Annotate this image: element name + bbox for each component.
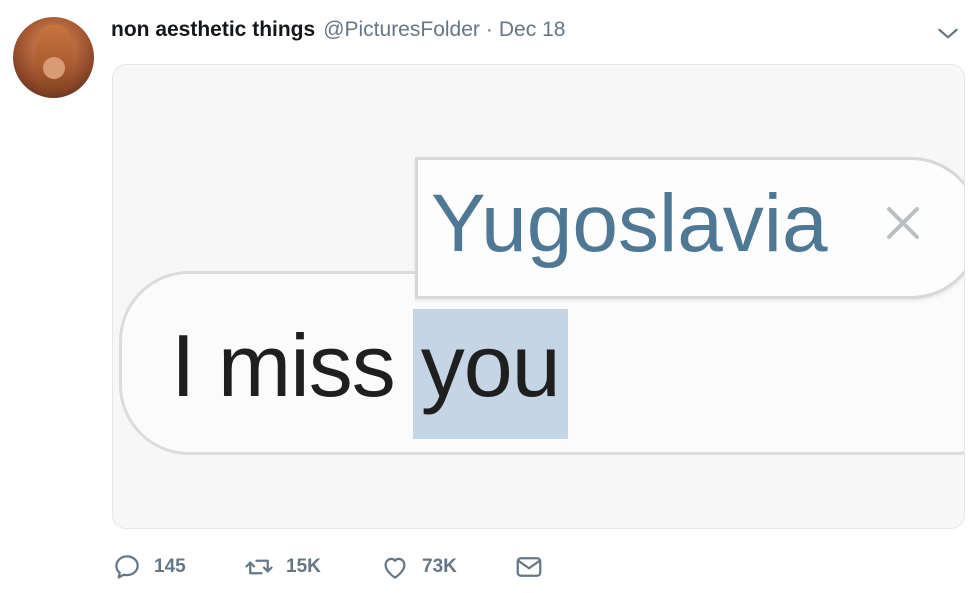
display-name[interactable]: non aesthetic things [111, 18, 315, 42]
retweet-count: 15K [286, 556, 321, 577]
reply-icon [112, 552, 142, 582]
retweet-button[interactable]: 15K [244, 552, 380, 582]
avatar-face [43, 57, 65, 79]
message-text: I miss you [171, 309, 568, 439]
tweet-date[interactable]: Dec 18 [499, 18, 566, 42]
message-icon [514, 552, 544, 582]
tweet-actions: 145 15K 73K [112, 550, 544, 584]
like-icon [380, 552, 410, 582]
suggestion-text: Yugoslavia [431, 178, 828, 269]
user-handle[interactable]: @PicturesFolder [323, 18, 480, 42]
close-icon [881, 201, 925, 245]
chevron-down-icon[interactable] [935, 20, 961, 46]
retweet-icon [244, 552, 274, 582]
reply-button[interactable]: 145 [112, 552, 244, 582]
like-button[interactable]: 73K [380, 552, 514, 582]
reply-count: 145 [154, 556, 186, 577]
tweet-header: non aesthetic things @PicturesFolder · D… [111, 15, 565, 45]
message-text-highlight: you [412, 309, 568, 439]
message-text-plain: I miss [171, 316, 396, 415]
avatar[interactable] [13, 17, 94, 98]
direct-message-button[interactable] [514, 552, 544, 582]
like-count: 73K [422, 556, 457, 577]
header-separator: · [485, 18, 493, 41]
tweet-image[interactable]: I miss you Yugoslavia [112, 64, 965, 529]
